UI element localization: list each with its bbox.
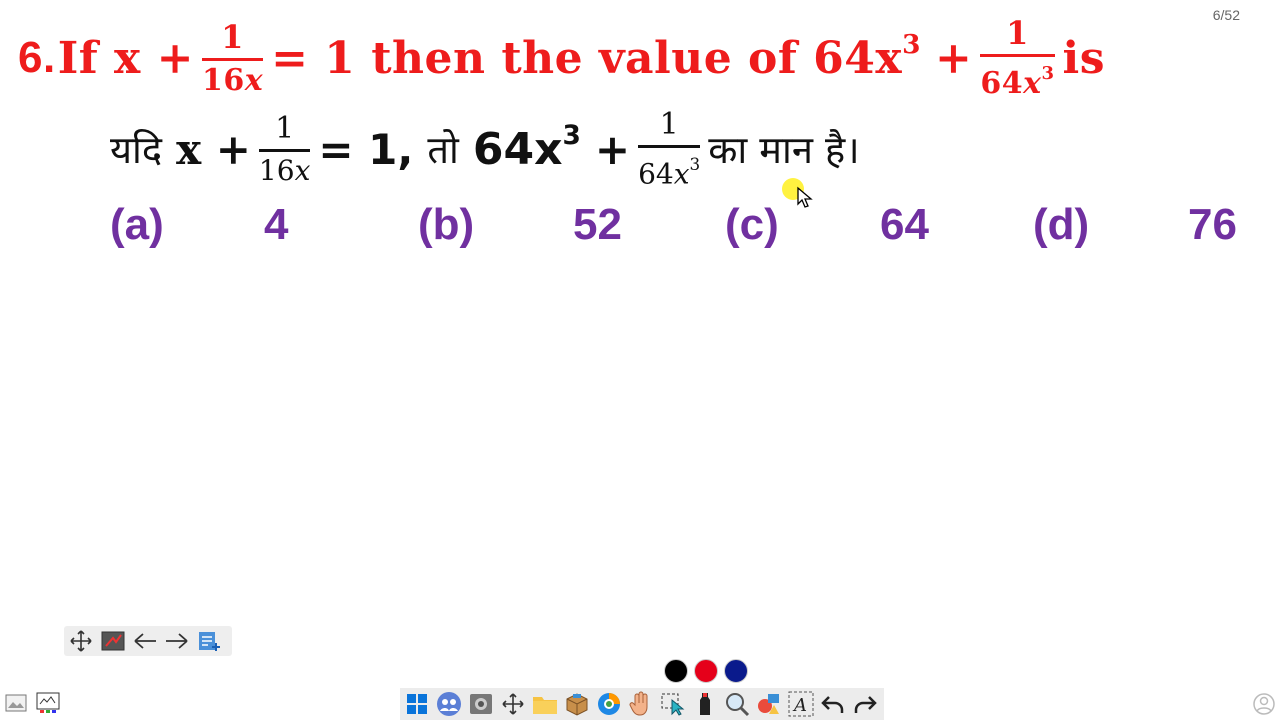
user-account-icon[interactable] (1252, 692, 1276, 716)
folder-icon[interactable] (530, 689, 560, 719)
fraction-denominator: 64x3 (980, 63, 1055, 101)
hindi-fraction-1-over-16x: 1 16x (258, 110, 311, 187)
whiteboard-icon[interactable] (100, 628, 126, 654)
question-text-part4: is (1062, 32, 1106, 84)
marker-icon[interactable] (690, 689, 720, 719)
option-b-value[interactable]: 52 (573, 200, 622, 250)
new-page-icon[interactable] (196, 628, 222, 654)
tool-taskbar: A (400, 688, 884, 720)
board-overview-icon[interactable] (36, 692, 60, 714)
zoom-icon[interactable] (722, 689, 752, 719)
hindi-fraction-1-over-64x3: 1 64x3 (638, 106, 701, 191)
answer-options: (a) 4 (b) 52 (c) 64 (d) 76 (0, 200, 1280, 260)
option-d-label[interactable]: (d) (1033, 200, 1089, 250)
browser-icon[interactable] (594, 689, 624, 719)
question-text-part3: + (934, 32, 973, 84)
hindi-yadi: यदि (110, 128, 163, 172)
fraction-denominator: 16x (201, 62, 264, 98)
fraction-1-over-16x: 1 16x (201, 17, 264, 99)
hindi-x-plus: x + (176, 124, 251, 174)
pen-color-navy[interactable] (724, 659, 748, 683)
hindi-expression: 64x3 (472, 119, 581, 175)
fraction-numerator: 1 (221, 17, 244, 56)
page-navigation-toolbar (64, 626, 232, 656)
package-icon[interactable] (562, 689, 592, 719)
hand-icon[interactable] (626, 689, 656, 719)
option-b-label[interactable]: (b) (418, 200, 474, 250)
arrow-left-icon[interactable] (132, 628, 158, 654)
select-icon[interactable] (658, 689, 688, 719)
option-a-label[interactable]: (a) (110, 200, 164, 250)
svg-text:A: A (792, 695, 807, 716)
text-icon[interactable]: A (786, 689, 816, 719)
option-a-value[interactable]: 4 (264, 200, 288, 250)
arrow-right-icon[interactable] (164, 628, 190, 654)
teams-icon[interactable] (434, 689, 464, 719)
question-hindi: यदि x + 1 16x = 1, तो 64x3 + 1 64x3 का म… (110, 103, 860, 195)
image-gallery-icon[interactable] (4, 692, 28, 714)
page-counter: 6/52 (1212, 7, 1240, 23)
fraction-numerator: 1 (1006, 14, 1029, 52)
question-english: 6. If x + 1 16x = 1 then the value of 64… (18, 14, 1106, 102)
undo-icon[interactable] (818, 689, 848, 719)
screenshot-icon[interactable] (466, 689, 496, 719)
move-icon[interactable] (68, 628, 94, 654)
question-text-part2: = 1 then the value of 64x3 (271, 28, 921, 84)
option-c-label[interactable]: (c) (725, 200, 779, 250)
option-c-value[interactable]: 64 (880, 200, 929, 250)
hindi-plus: + (594, 124, 631, 174)
option-d-value[interactable]: 76 (1188, 200, 1237, 250)
pen-color-black[interactable] (664, 659, 688, 683)
pen-color-picker (664, 659, 748, 683)
question-text-part1: If x + (57, 32, 194, 84)
pen-color-red[interactable] (694, 659, 718, 683)
fraction-1-over-64x3: 1 64x3 (980, 14, 1055, 102)
redo-icon[interactable] (850, 689, 880, 719)
hindi-equals-one: = 1, (318, 124, 414, 174)
hindi-ending: का मान है। (708, 128, 860, 172)
hindi-to: तो (427, 128, 459, 172)
move-icon[interactable] (498, 689, 528, 719)
shapes-icon[interactable] (754, 689, 784, 719)
question-number: 6. (18, 33, 56, 82)
windows-start-icon[interactable] (402, 689, 432, 719)
